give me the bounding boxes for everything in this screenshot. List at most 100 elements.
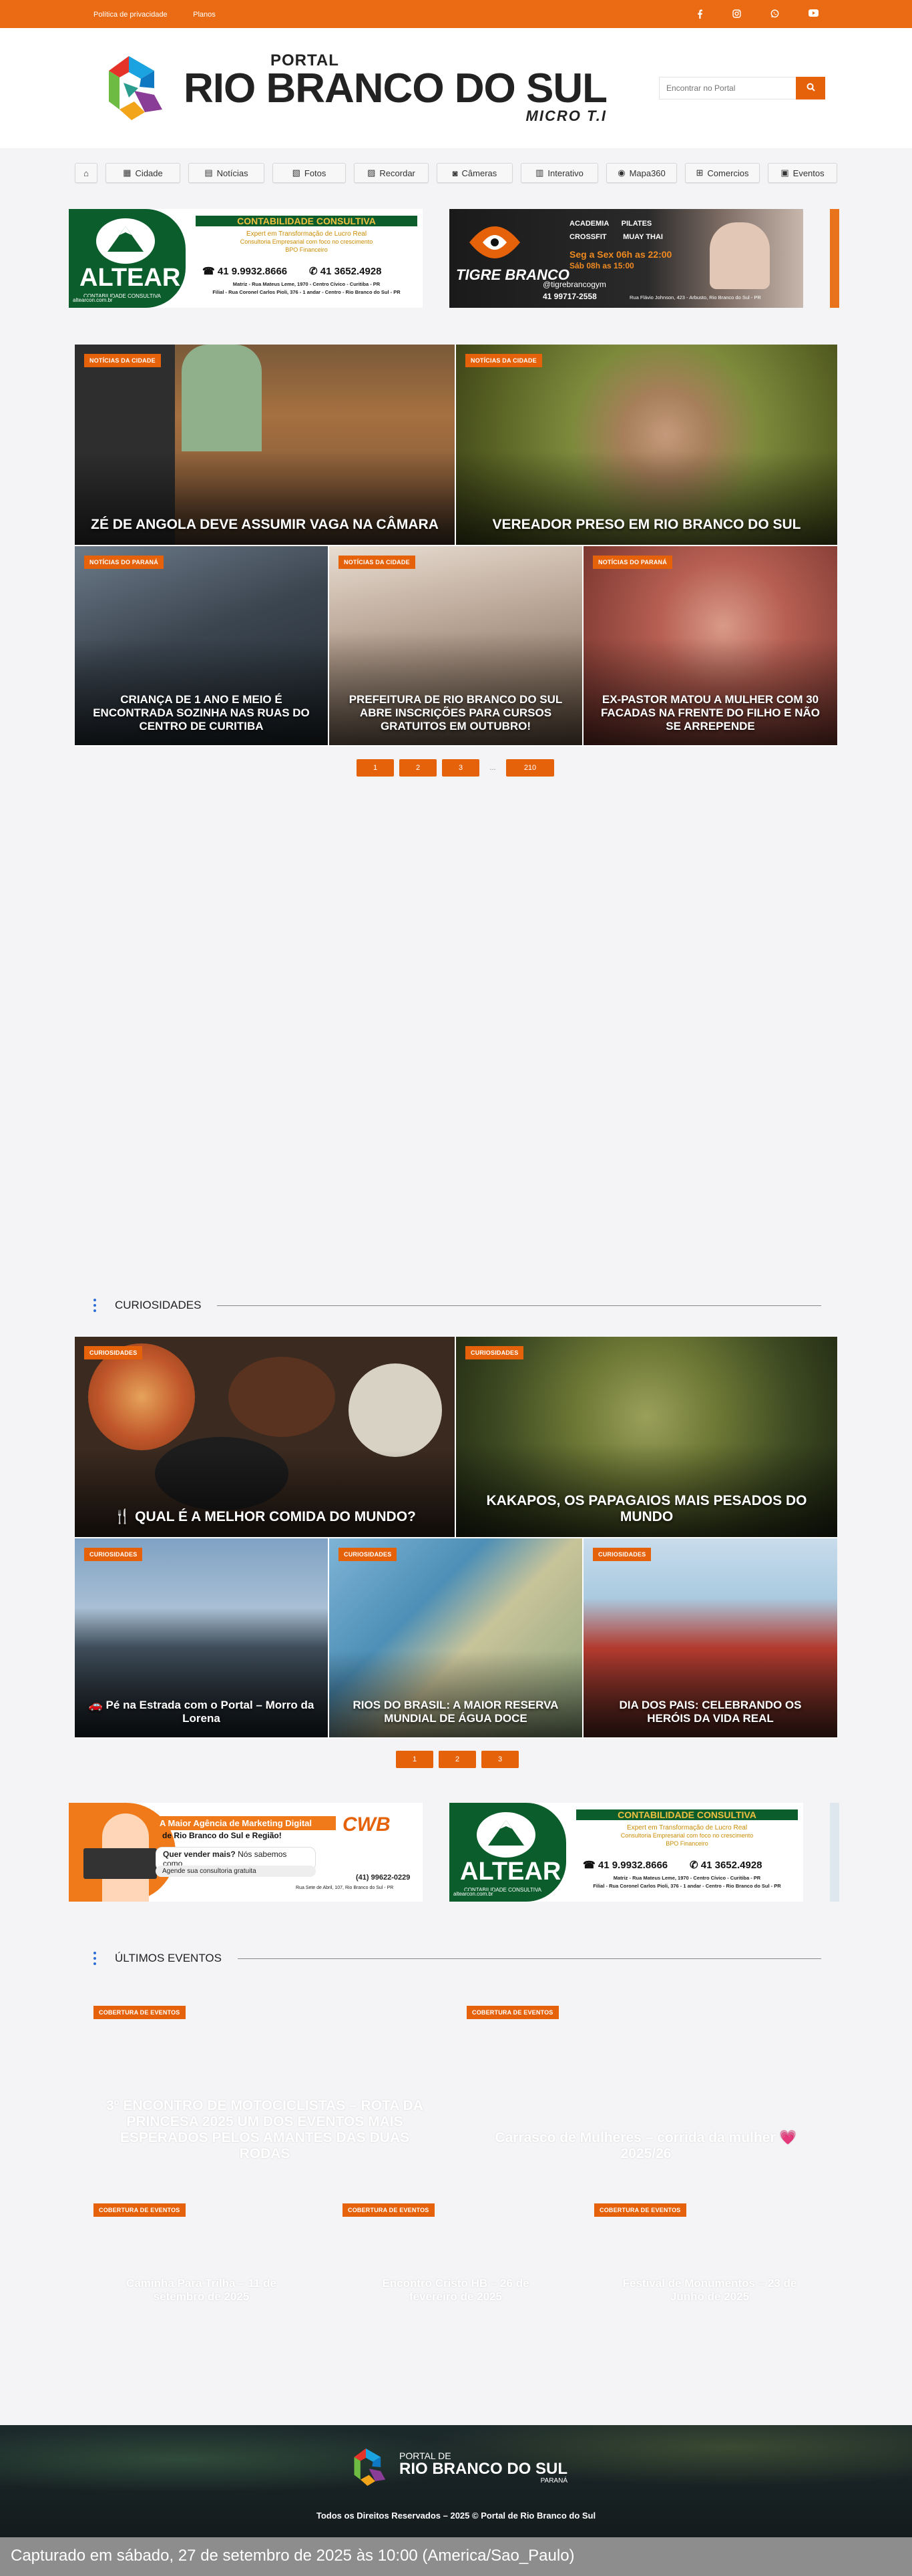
- nav-noticias[interactable]: ▤ Notícias: [188, 163, 264, 183]
- nav-fotos[interactable]: ▧ Fotos: [272, 163, 346, 183]
- event-title[interactable]: Encontro Cristo HB – 26 de fevereiro de …: [363, 2277, 549, 2304]
- news-title[interactable]: EX-PASTOR MATOU A MULHER COM 30 FACADAS …: [597, 693, 824, 733]
- section-curiosidades: CURIOSIDADES: [93, 1299, 821, 1312]
- news-card[interactable]: NOTÍCIAS DO PARANÁ CRIANÇA DE 1 ANO E ME…: [75, 546, 329, 746]
- curio-card[interactable]: CURIOSIDADES RIOS DO BRASIL: A MAIOR RES…: [329, 1538, 584, 1739]
- page-1-button[interactable]: 1: [357, 759, 394, 777]
- plans-link[interactable]: Planos: [193, 11, 216, 19]
- event-title[interactable]: Festival de Monumentos – 23 de Junho de …: [617, 2277, 803, 2304]
- news-title[interactable]: CRIANÇA DE 1 ANO E MEIO É ENCONTRADA SOZ…: [88, 693, 314, 733]
- curio-title[interactable]: RIOS DO BRASIL: A MAIOR RESERVA MUNDIAL …: [343, 1699, 569, 1725]
- category-badge[interactable]: COBERTURA DE EVENTOS: [343, 2203, 435, 2217]
- curio-title[interactable]: 🍴 QUAL É A MELHOR COMIDA DO MUNDO?: [88, 1509, 441, 1525]
- category-badge[interactable]: COBERTURA DE EVENTOS: [467, 2006, 559, 2019]
- youtube-icon[interactable]: [809, 9, 819, 17]
- news-pagination: 1 2 3 ... 210: [357, 759, 554, 777]
- nav-comercios[interactable]: ⊞ Comercios: [685, 163, 760, 183]
- search-input[interactable]: [659, 77, 796, 99]
- category-badge[interactable]: COBERTURA DE EVENTOS: [594, 2203, 686, 2217]
- category-badge[interactable]: CURIOSIDADES: [593, 1548, 652, 1561]
- news-card[interactable]: NOTÍCIAS DA CIDADE VEREADOR PRESO EM RIO…: [456, 345, 837, 546]
- news-card[interactable]: NOTÍCIAS DA CIDADE PREFEITURA DE RIO BRA…: [329, 546, 584, 746]
- curio-card[interactable]: CURIOSIDADES KAKAPOS, OS PAPAGAIOS MAIS …: [456, 1337, 837, 1538]
- category-badge[interactable]: NOTÍCIAS DA CIDADE: [84, 354, 161, 367]
- book-icon: ▣: [780, 168, 789, 178]
- page-last-button[interactable]: 210: [506, 759, 554, 777]
- main-nav: ⌂ ▦ Cidade ▤ Notícias ▧ Fotos ▨ Recordar ◙ Câ…: [0, 148, 912, 198]
- category-badge[interactable]: CURIOSIDADES: [84, 1346, 143, 1359]
- news-title[interactable]: VEREADOR PRESO EM RIO BRANCO DO SUL: [469, 517, 824, 533]
- curio-card[interactable]: CURIOSIDADES 🚗 Pé na Estrada com o Porta…: [75, 1538, 329, 1739]
- curio-pagination: 1 2 3: [396, 1751, 519, 1768]
- event-title[interactable]: Caminha Para Trilha – 11 de setembro de …: [108, 2277, 294, 2304]
- ads-carousel-top: ALTEAR CONTABILIDADE CONSULTIVA CONTABIL…: [69, 209, 843, 308]
- ad-tigre-branco[interactable]: TIGRE BRANCO ACADEMIA PILATES CROSSFIT MU…: [449, 209, 803, 308]
- footer-logo[interactable]: PORTAL DE RIO BRANCO DO SUL PARANÁ: [347, 2444, 567, 2491]
- section-dots-icon: [93, 1299, 96, 1312]
- ad-altear[interactable]: ALTEAR CONTABILIDADE CONSULTIVA CONTABIL…: [69, 209, 423, 308]
- whatsapp-icon[interactable]: [770, 9, 779, 18]
- nav-eventos[interactable]: ▣ Eventos: [768, 163, 837, 183]
- category-badge[interactable]: CURIOSIDADES: [465, 1346, 524, 1359]
- event-title[interactable]: 3º ENCONTRO DE MOTOCICLISTAS – ROTA DA P…: [101, 2098, 428, 2162]
- category-badge[interactable]: COBERTURA DE EVENTOS: [93, 2203, 186, 2217]
- category-badge[interactable]: NOTÍCIAS DO PARANÁ: [84, 556, 164, 569]
- logo-mark-icon: [109, 56, 162, 120]
- category-badge[interactable]: NOTÍCIAS DO PARANÁ: [593, 556, 672, 569]
- event-card[interactable]: COBERTURA DE EVENTOS Caminha Para Trilha…: [75, 2197, 329, 2398]
- curio-title[interactable]: DIA DOS PAIS: CELEBRANDO OS HERÓIS DA VI…: [597, 1699, 824, 1725]
- news-title[interactable]: ZÉ DE ANGOLA DEVE ASSUMIR VAGA NA CÂMARA: [88, 517, 441, 533]
- ad-next-stub[interactable]: [830, 209, 839, 308]
- page-3-button[interactable]: 3: [442, 759, 479, 777]
- news-card[interactable]: NOTÍCIAS DA CIDADE ZÉ DE ANGOLA DEVE ASS…: [75, 345, 456, 546]
- top-links: Política de privacidade Planos: [93, 8, 238, 20]
- nav-home[interactable]: ⌂: [75, 163, 97, 183]
- newspaper-icon: ▤: [204, 168, 213, 178]
- event-card[interactable]: COBERTURA DE EVENTOS Encontro Cristo HB …: [329, 2197, 584, 2398]
- privacy-link[interactable]: Política de privacidade: [93, 11, 168, 19]
- altear-mountain-icon: [477, 1812, 535, 1858]
- curio-card[interactable]: CURIOSIDADES DIA DOS PAIS: CELEBRANDO OS…: [584, 1538, 837, 1739]
- category-badge[interactable]: NOTÍCIAS DA CIDADE: [465, 354, 542, 367]
- ad-altear[interactable]: ALTEAR CONTABILIDADE CONSULTIVA CONTABIL…: [449, 1803, 803, 1902]
- nav-cameras[interactable]: ◙ Câmeras: [437, 163, 513, 183]
- curio-card[interactable]: CURIOSIDADES 🍴 QUAL É A MELHOR COMIDA DO…: [75, 1337, 456, 1538]
- ad-next-stub[interactable]: [830, 1803, 839, 1902]
- nav-interativo[interactable]: ▥ Interativo: [521, 163, 598, 183]
- cart-icon: ⊞: [696, 168, 704, 178]
- event-card[interactable]: COBERTURA DE EVENTOS Carrasco de Mulhere…: [456, 1995, 837, 2197]
- event-card[interactable]: COBERTURA DE EVENTOS Festival de Monumen…: [584, 2197, 837, 2398]
- footer-logo-icon: [354, 2448, 386, 2486]
- news-card[interactable]: NOTÍCIAS DO PARANÁ EX-PASTOR MATOU A MUL…: [584, 546, 837, 746]
- event-title[interactable]: Carrasco de Mulheres – corrida da mulher…: [469, 2130, 823, 2162]
- news-title[interactable]: PREFEITURA DE RIO BRANCO DO SUL ABRE INS…: [343, 693, 569, 733]
- search-button[interactable]: [796, 77, 825, 99]
- curio-title[interactable]: 🚗 Pé na Estrada com o Portal – Morro da …: [88, 1699, 314, 1725]
- nav-recordar[interactable]: ▨ Recordar: [354, 163, 429, 183]
- category-badge[interactable]: NOTÍCIAS DA CIDADE: [338, 556, 415, 569]
- ad-cwb[interactable]: CWB A Maior Agência de Marketing Digital…: [69, 1803, 423, 1902]
- nav-cidade[interactable]: ▦ Cidade: [105, 163, 180, 183]
- site-logo[interactable]: PORTAL RIO BRANCO DO SUL MICRO T.I: [97, 48, 608, 128]
- top-bar: Política de privacidade Planos: [0, 0, 912, 28]
- section-dots-icon: [93, 1952, 96, 1965]
- instagram-icon[interactable]: [732, 9, 741, 18]
- category-badge[interactable]: COBERTURA DE EVENTOS: [93, 2006, 186, 2019]
- page-2-button[interactable]: 2: [399, 759, 437, 777]
- facebook-icon[interactable]: [696, 9, 703, 19]
- curiosidades-grid: CURIOSIDADES 🍴 QUAL É A MELHOR COMIDA DO…: [75, 1337, 837, 1739]
- map-pin-icon: ◉: [618, 168, 626, 178]
- page-3-button[interactable]: 3: [481, 1751, 519, 1768]
- eventos-grid: COBERTURA DE EVENTOS 3º ENCONTRO DE MOTO…: [75, 1995, 837, 2398]
- category-badge[interactable]: CURIOSIDADES: [338, 1548, 397, 1561]
- copyright-text: Todos os Direitos Reservados – 2025 © Po…: [316, 2511, 596, 2521]
- curio-title[interactable]: KAKAPOS, OS PAPAGAIOS MAIS PESADOS DO MU…: [469, 1493, 824, 1525]
- page-2-button[interactable]: 2: [439, 1751, 476, 1768]
- page-1-button[interactable]: 1: [396, 1751, 433, 1768]
- images-icon: ▧: [292, 168, 300, 178]
- event-card[interactable]: COBERTURA DE EVENTOS 3º ENCONTRO DE MOTO…: [75, 1995, 456, 2197]
- nav-mapa360[interactable]: ◉ Mapa360: [606, 163, 677, 183]
- athlete-image: [710, 222, 770, 289]
- chart-icon: ▥: [535, 168, 544, 178]
- category-badge[interactable]: CURIOSIDADES: [84, 1548, 143, 1561]
